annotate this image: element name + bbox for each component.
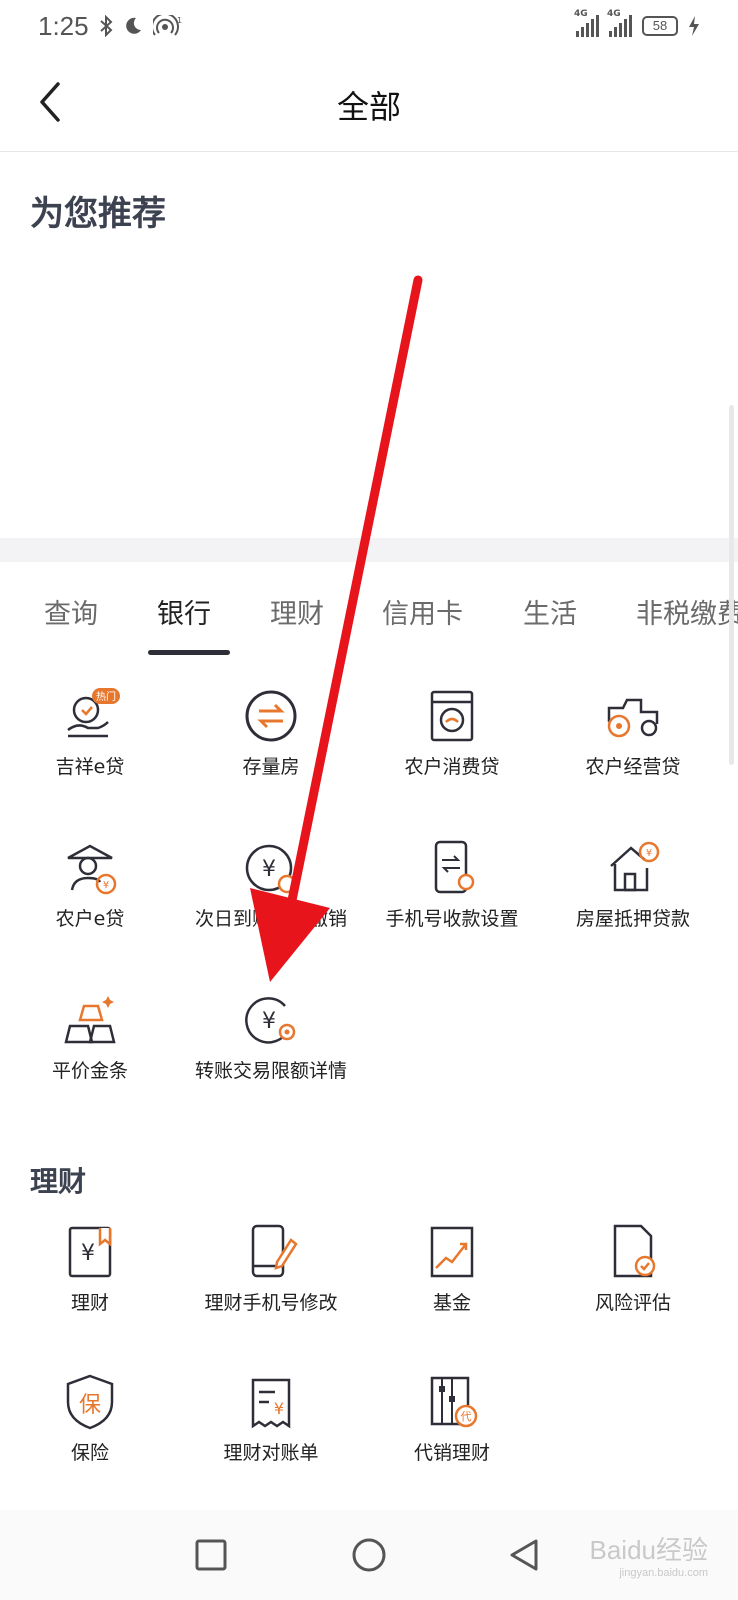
bluetooth-icon bbox=[99, 15, 113, 37]
status-time: 1:25 bbox=[38, 10, 89, 41]
annotation-arrow-icon bbox=[250, 275, 423, 982]
hotspot-icon: 1 bbox=[152, 15, 182, 36]
grid-item-label: 理财手机号修改 bbox=[204, 1292, 338, 1314]
tab-credit-card[interactable]: 信用卡 bbox=[382, 592, 463, 631]
grid-item-label: 代销理财 bbox=[413, 1442, 490, 1464]
tab-query[interactable]: 查询 bbox=[44, 592, 98, 631]
grid-item-house-mortgage[interactable]: ¥ 房屋抵押贷款 bbox=[543, 838, 723, 931]
fund-chart-icon bbox=[430, 1226, 474, 1278]
grid-item-transfer-limit[interactable]: ¥ 转账交易限额详情 bbox=[181, 990, 361, 1083]
grid-item-jixiang-e-loan[interactable]: 热门 吉祥e贷 bbox=[0, 686, 180, 779]
svg-text:¥: ¥ bbox=[103, 880, 109, 891]
scrollbar[interactable] bbox=[729, 405, 734, 765]
watermark: Baidu经验 jingyan.baidu.com bbox=[589, 1535, 709, 1579]
grid-item-gold-bar[interactable]: 平价金条 bbox=[0, 990, 180, 1083]
grid-item-label: 吉祥e贷 bbox=[55, 756, 125, 778]
gold-bar-icon bbox=[64, 996, 116, 1044]
farmer-icon: ¥ bbox=[67, 844, 117, 895]
grid-item-next-day-cancel[interactable]: ¥ 次日到账交易撤销 bbox=[181, 838, 361, 931]
grid-item-fund[interactable]: 基金 bbox=[362, 1222, 542, 1315]
grid-item-label: 农户经营贷 bbox=[585, 756, 681, 778]
grid-item-label: 手机号收款设置 bbox=[385, 908, 519, 930]
shield-icon: 保 bbox=[66, 1374, 114, 1430]
grid-item-label: 理财 bbox=[70, 1292, 109, 1314]
svg-text:保: 保 bbox=[79, 1393, 101, 1418]
grid-item-insurance[interactable]: 保 保险 bbox=[0, 1372, 180, 1465]
grid-item-label: 基金 bbox=[432, 1292, 471, 1314]
grid-item-label: 保险 bbox=[70, 1442, 109, 1464]
grid-item-farmer-business-loan[interactable]: 农户经营贷 bbox=[543, 686, 723, 779]
phone-transfer-icon bbox=[434, 840, 475, 894]
page-title: 全部 bbox=[336, 88, 401, 126]
recommend-title: 为您推荐 bbox=[30, 194, 166, 234]
status-bar: 1:25 1 4G 4G 58 bbox=[0, 0, 738, 52]
house-icon: ¥ bbox=[610, 841, 660, 892]
section-title-finance: 理财 bbox=[30, 1165, 87, 1198]
tab-indicator bbox=[148, 650, 230, 655]
grid-item-finance[interactable]: ¥ 理财 bbox=[0, 1222, 180, 1315]
grid-item-agency-finance[interactable]: 代 代销理财 bbox=[362, 1372, 542, 1465]
grid-item-label: 房屋抵押贷款 bbox=[575, 908, 690, 930]
grid-item-farmer-e-loan[interactable]: ¥ 农户e贷 bbox=[0, 838, 180, 931]
grid-item-finance-statement[interactable]: ¥ 理财对账单 bbox=[181, 1372, 361, 1465]
grid-item-label: 农户e贷 bbox=[55, 908, 125, 930]
tab-finance[interactable]: 理财 bbox=[270, 592, 324, 631]
svg-text:1: 1 bbox=[177, 16, 182, 25]
exchange-icon bbox=[245, 690, 297, 742]
svg-text:¥: ¥ bbox=[646, 848, 652, 859]
phone-edit-icon bbox=[251, 1224, 298, 1278]
grid-item-finance-phone-edit[interactable]: 理财手机号修改 bbox=[181, 1222, 361, 1315]
category-tabs: 查询 银行 理财 信用卡 生活 非税缴费 bbox=[0, 570, 738, 650]
grid-item-risk-assessment[interactable]: 风险评估 bbox=[543, 1222, 723, 1315]
moon-icon bbox=[125, 17, 141, 34]
recent-apps-icon[interactable] bbox=[186, 1530, 236, 1580]
grid-item-label: 转账交易限额详情 bbox=[194, 1060, 347, 1082]
grid-item-farmer-consumer-loan[interactable]: 农户消费贷 bbox=[362, 686, 542, 779]
hand-coin-icon: 热门 bbox=[67, 688, 120, 738]
grid-item-label: 存量房 bbox=[242, 756, 300, 778]
document-check-icon bbox=[613, 1224, 656, 1278]
svg-text:¥: ¥ bbox=[81, 1241, 95, 1266]
battery-icon: 58 bbox=[642, 16, 678, 36]
receipt-icon: ¥ bbox=[251, 1378, 291, 1429]
grid-item-label: 次日到账交易撤销 bbox=[194, 908, 347, 930]
svg-text:¥: ¥ bbox=[274, 1399, 284, 1418]
home-icon[interactable] bbox=[344, 1530, 394, 1580]
tab-bank[interactable]: 银行 bbox=[157, 592, 211, 631]
grid-item-label: 理财对账单 bbox=[223, 1442, 319, 1464]
grid-item-label: 风险评估 bbox=[594, 1292, 671, 1314]
grid-item-label: 农户消费贷 bbox=[404, 756, 500, 778]
grid-item-label: 平价金条 bbox=[51, 1060, 128, 1082]
charging-icon bbox=[689, 16, 699, 36]
signal-icon-2: 4G bbox=[607, 9, 632, 37]
svg-text:热门: 热门 bbox=[96, 690, 116, 703]
tractor-icon bbox=[607, 698, 659, 738]
grid-item-existing-house[interactable]: 存量房 bbox=[181, 686, 361, 779]
yuan-gear-icon: ¥ bbox=[245, 997, 296, 1044]
tab-non-tax[interactable]: 非税缴费 bbox=[636, 592, 738, 631]
section-divider bbox=[0, 538, 738, 562]
svg-text:代: 代 bbox=[461, 1410, 472, 1423]
grid-item-phone-receive-setting[interactable]: 手机号收款设置 bbox=[362, 838, 542, 931]
back-triangle-icon[interactable] bbox=[500, 1530, 550, 1580]
tab-life[interactable]: 生活 bbox=[523, 592, 577, 631]
finance-book-icon: ¥ bbox=[68, 1226, 112, 1278]
page-header: 全部 bbox=[0, 52, 738, 152]
svg-text:¥: ¥ bbox=[262, 1009, 276, 1034]
abacus-icon: 代 bbox=[430, 1376, 478, 1428]
washing-machine-icon bbox=[430, 690, 474, 742]
svg-text:¥: ¥ bbox=[262, 857, 276, 882]
signal-icon-1: 4G bbox=[574, 9, 599, 37]
yuan-cancel-icon: ¥ bbox=[245, 844, 297, 894]
